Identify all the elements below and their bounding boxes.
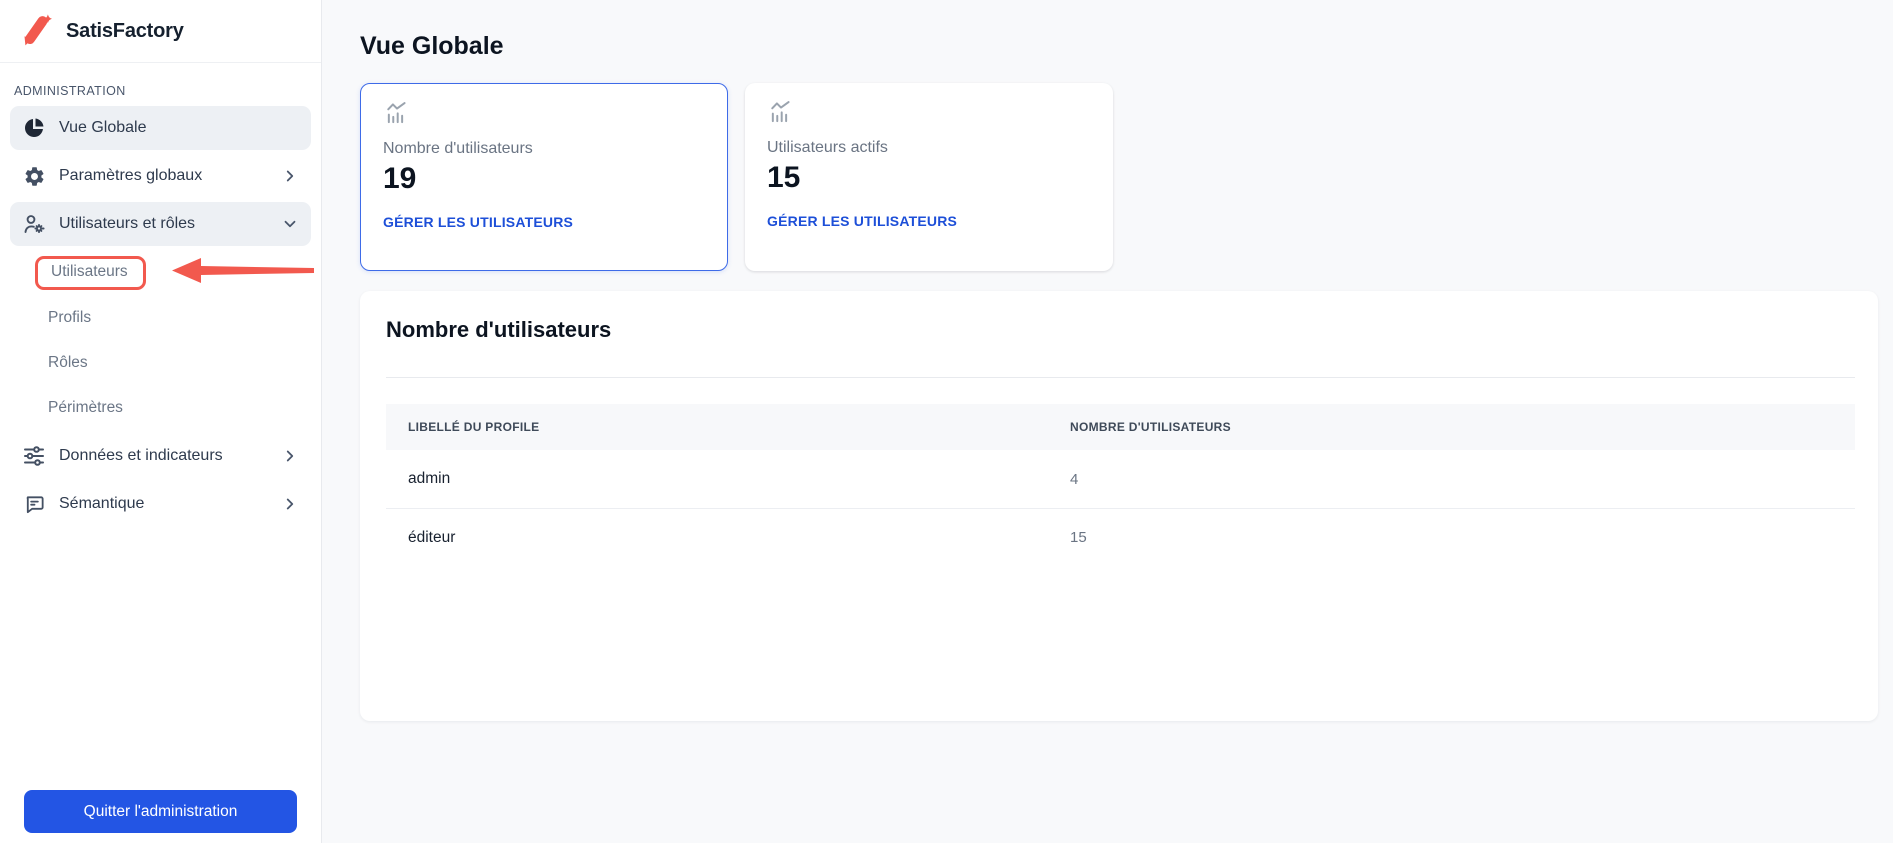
exit-administration-button[interactable]: Quitter l'administration [24,790,297,833]
stat-card-label: Utilisateurs actifs [767,139,1091,157]
sidebar-section-label: ADMINISTRATION [14,83,307,99]
sidebar-subitem-label: Profils [48,309,91,327]
sidebar-subitem-roles[interactable]: Rôles [0,340,321,385]
brand-name: SatisFactory [66,20,184,43]
manage-users-link[interactable]: GÉRER LES UTILISATEURS [767,213,1091,229]
sidebar-item-donnees-et-indicateurs[interactable]: Données et indicateurs [10,434,311,478]
sidebar-item-semantique[interactable]: Sémantique [10,482,311,526]
sidebar-item-label: Paramètres globaux [59,167,202,185]
sidebar: SatisFactory ADMINISTRATION Vue Globale … [0,0,322,843]
sliders-icon [22,444,46,468]
chevron-right-icon [281,167,299,185]
sidebar-subitem-label: Rôles [48,354,88,372]
gear-icon [22,165,46,188]
column-header-libelle: LIBELLÉ DU PROFILE [386,420,1070,434]
annotation-arrow-icon [172,256,314,289]
cell-user-count: 15 [1070,529,1087,546]
stat-card-value: 15 [767,161,1091,195]
sidebar-subitem-profils[interactable]: Profils [0,295,321,340]
panel-title: Nombre d'utilisateurs [386,317,1855,343]
stat-card-utilisateurs-actifs[interactable]: Utilisateurs actifs 15 GÉRER LES UTILISA… [745,83,1113,271]
sidebar-subitem-utilisateurs[interactable]: Utilisateurs [0,250,321,295]
page-title: Vue Globale [360,32,1878,61]
sidebar-item-label: Données et indicateurs [59,447,223,465]
pie-chart-icon [22,116,46,140]
manage-users-link[interactable]: GÉRER LES UTILISATEURS [383,214,705,230]
chart-trend-icon [767,99,1091,127]
table-row: éditeur 15 [386,508,1855,566]
sidebar-subitem-label: Périmètres [48,399,123,417]
sidebar-subitem-label: Utilisateurs [51,263,128,280]
chart-trend-icon [383,100,705,128]
table-header-row: LIBELLÉ DU PROFILE NOMBRE D'UTILISATEURS [386,404,1855,450]
chevron-down-icon [281,215,299,233]
column-header-nombre: NOMBRE D'UTILISATEURS [1070,420,1231,434]
chat-icon [22,493,46,516]
panel-divider [386,377,1855,378]
stat-cards-row: Nombre d'utilisateurs 19 GÉRER LES UTILI… [360,83,1878,271]
stat-card-nombre-utilisateurs[interactable]: Nombre d'utilisateurs 19 GÉRER LES UTILI… [360,83,728,271]
cell-profile-label: admin [386,470,1070,488]
stat-card-label: Nombre d'utilisateurs [383,140,705,158]
annotation-box: Utilisateurs [35,256,146,290]
sidebar-item-label: Sémantique [59,495,144,513]
brand-header: SatisFactory [0,0,321,63]
cell-user-count: 4 [1070,471,1078,488]
sidebar-subitem-perimetres[interactable]: Périmètres [0,385,321,430]
sidebar-item-label: Utilisateurs et rôles [59,215,195,233]
table-row: admin 4 [386,450,1855,508]
sidebar-item-vue-globale[interactable]: Vue Globale [10,106,311,150]
chevron-right-icon [281,495,299,513]
sidebar-item-utilisateurs-et-roles[interactable]: Utilisateurs et rôles [10,202,311,246]
sidebar-item-label: Vue Globale [59,119,146,137]
stat-card-value: 19 [383,162,705,196]
sidebar-item-parametres-globaux[interactable]: Paramètres globaux [10,154,311,198]
chevron-right-icon [281,447,299,465]
cell-profile-label: éditeur [386,529,1070,547]
main-content: Vue Globale Nombre d'utilisateurs 19 GÉR… [322,0,1893,843]
user-gear-icon [22,212,46,236]
users-count-panel: Nombre d'utilisateurs LIBELLÉ DU PROFILE… [360,291,1878,721]
brand-logo-icon [20,12,56,50]
